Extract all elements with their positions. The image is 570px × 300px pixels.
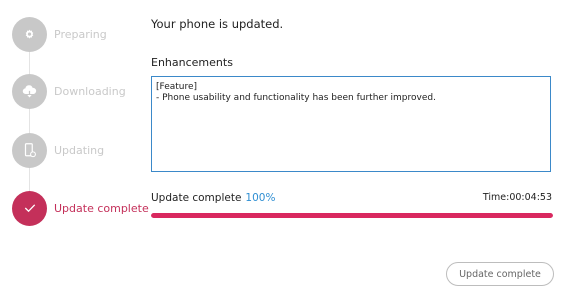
step-preparing: Preparing	[12, 16, 107, 52]
cloud-download-icon	[22, 84, 37, 97]
progress-percent: 100%	[245, 192, 276, 204]
elapsed-time: Time:00:04:53	[482, 192, 552, 203]
step-circle-update-complete	[12, 190, 47, 226]
step-connector-line	[29, 40, 30, 200]
step-label-downloading: Downloading	[54, 84, 126, 98]
checkmark-icon	[24, 204, 35, 213]
notes-line: [Feature]	[156, 82, 198, 92]
enhancements-notes-box[interactable]: [Feature] - Phone usability and function…	[151, 76, 551, 172]
progress-bar-fill	[151, 213, 553, 218]
update-window: Preparing Downloading Updating Update co…	[0, 0, 570, 300]
progress-label: Update complete 100%	[151, 192, 275, 204]
status-message: Your phone is updated.	[151, 17, 284, 31]
step-circle-downloading	[12, 73, 47, 109]
step-label-preparing: Preparing	[54, 27, 107, 41]
step-circle-updating	[12, 132, 47, 168]
progress-bar	[151, 213, 553, 218]
step-label-updating: Updating	[54, 143, 105, 157]
enhancements-heading: Enhancements	[151, 56, 233, 69]
step-circle-preparing	[12, 16, 47, 52]
update-complete-button[interactable]: Update complete	[446, 262, 554, 286]
step-downloading: Downloading	[12, 73, 126, 109]
step-label-update-complete: Update complete	[54, 201, 149, 215]
step-update-complete: Update complete	[12, 190, 149, 226]
step-updating: Updating	[12, 132, 104, 168]
notes-line: - Phone usability and functionality has …	[156, 93, 436, 103]
progress-status-text: Update complete	[151, 192, 242, 204]
step-rail: Preparing Downloading Updating Update co…	[0, 0, 149, 300]
gear-icon	[25, 29, 34, 39]
phone-update-icon	[24, 142, 36, 157]
